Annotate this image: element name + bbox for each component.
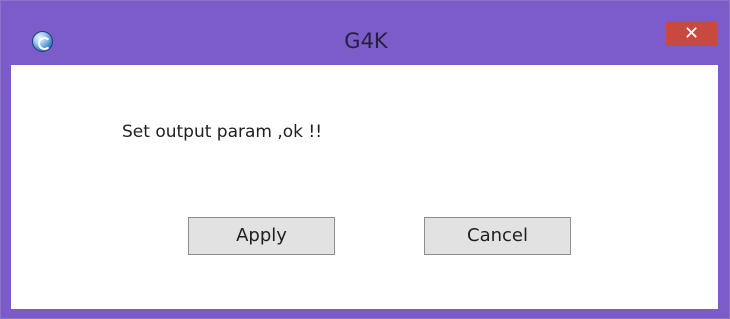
dialog-window: G4K ✕ Set output param ,ok !! Apply Canc… [0, 0, 730, 319]
window-title: G4K [344, 29, 388, 53]
dialog-content: Set output param ,ok !! Apply Cancel [11, 65, 718, 309]
apply-button[interactable]: Apply [188, 217, 335, 255]
dialog-message: Set output param ,ok !! [122, 122, 323, 142]
close-icon: ✕ [683, 23, 700, 44]
close-button[interactable]: ✕ [666, 21, 717, 46]
cancel-button[interactable]: Cancel [424, 217, 571, 255]
